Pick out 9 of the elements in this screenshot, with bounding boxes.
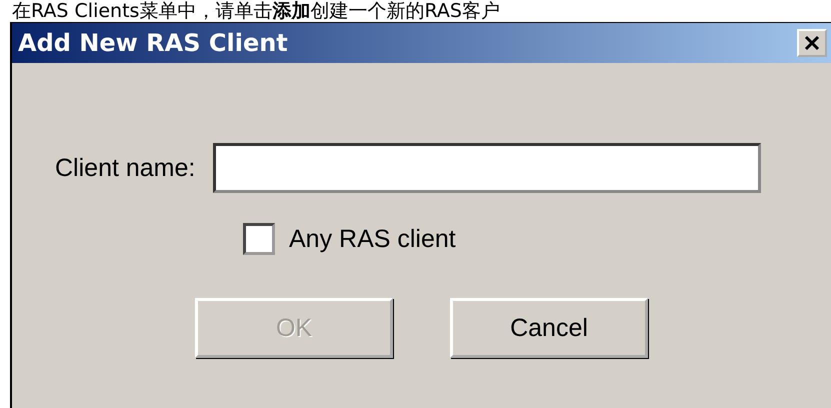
checkbox[interactable] xyxy=(243,223,275,255)
checkbox-label: Any RAS client xyxy=(289,224,456,254)
client-name-field[interactable] xyxy=(213,143,762,193)
cancel-button[interactable]: Cancel xyxy=(450,298,648,358)
close-icon xyxy=(804,35,820,51)
close-button[interactable] xyxy=(797,29,827,57)
caption-text: 在RAS Clients菜单中，请单击添加创建一个新的RAS客户 xyxy=(11,0,501,22)
field-label: Client name: xyxy=(55,154,196,182)
window-title: Add New RAS Client xyxy=(18,29,289,57)
